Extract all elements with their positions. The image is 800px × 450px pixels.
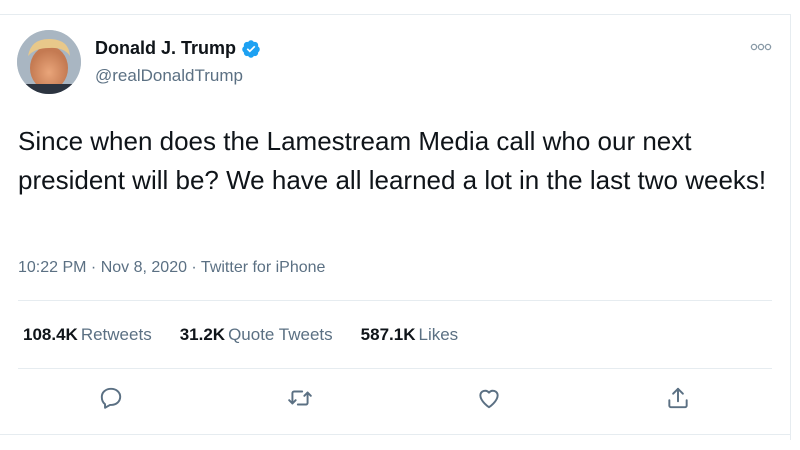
engagement-stats: 108.4K Retweets 31.2K Quote Tweets 587.1K L… (23, 325, 486, 345)
retweets-stat[interactable]: 108.4K Retweets (23, 325, 152, 345)
meta-separator: · (86, 259, 101, 276)
author-avatar[interactable] (17, 30, 81, 94)
verified-badge-icon (242, 39, 260, 58)
tweet-actions (0, 385, 790, 419)
heart-icon (479, 389, 499, 409)
likes-stat[interactable]: 587.1K Likes (361, 325, 459, 345)
meta-separator: · (186, 259, 201, 276)
quote-tweets-count: 31.2K (179, 325, 226, 344)
quote-tweets-label: Quote Tweets (228, 325, 333, 344)
retweets-count: 108.4K (23, 325, 78, 344)
like-button[interactable] (476, 385, 506, 415)
tweet-text: Since when does the Lamestream Media cal… (18, 126, 767, 195)
tweet-time[interactable]: 10:22 PM (18, 259, 86, 276)
author-name[interactable]: Donald J. Trump (95, 38, 236, 59)
divider (0, 434, 790, 435)
tweet-source[interactable]: Twitter for iPhone (201, 259, 326, 276)
author-name-row[interactable]: Donald J. Trump (95, 38, 261, 59)
likes-label: Likes (418, 325, 459, 344)
reply-button[interactable] (98, 385, 128, 415)
quote-tweets-stat[interactable]: 31.2K Quote Tweets (180, 325, 333, 345)
retweets-label: Retweets (80, 325, 152, 344)
share-icon (668, 387, 688, 409)
likes-count: 587.1K (360, 325, 416, 344)
retweet-icon (288, 390, 312, 406)
retweet-button[interactable] (287, 385, 317, 415)
more-options-icon[interactable] (750, 40, 772, 54)
share-button[interactable] (665, 385, 695, 415)
divider (18, 300, 772, 301)
divider (18, 368, 772, 369)
tweet-metadata: 10:22 PM · Nov 8, 2020 · Twitter for iPh… (18, 259, 325, 277)
reply-icon (100, 387, 122, 409)
author-handle[interactable]: @realDonaldTrump (95, 66, 243, 86)
tweet-date[interactable]: Nov 8, 2020 (101, 259, 187, 276)
